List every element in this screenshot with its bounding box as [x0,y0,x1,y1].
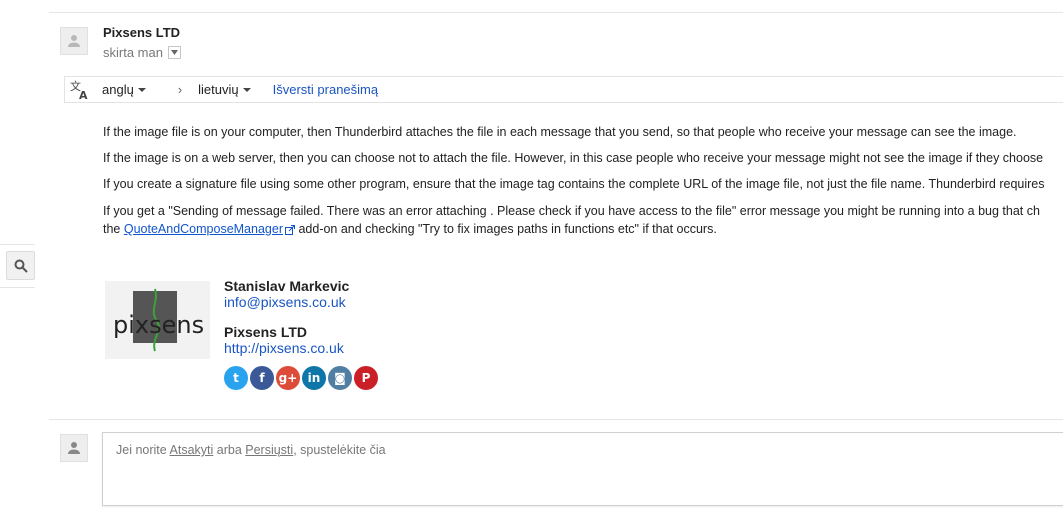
pinterest-icon[interactable]: P [354,366,378,390]
body-paragraph: If the image is on a web server, then yo… [103,151,1044,165]
signature-website-link[interactable]: http://pixsens.co.uk [224,340,344,356]
body-paragraph: If you get a "Sending of message failed.… [103,202,1063,238]
sender-name[interactable]: Pixsens LTD [103,25,180,40]
person-icon [68,35,80,47]
chevron-down-icon [170,50,178,55]
googleplus-icon[interactable]: g+ [276,366,300,390]
chevron-right-icon: › [177,82,183,97]
details-dropdown-button[interactable] [167,46,181,59]
source-language-label: anglų [102,82,134,97]
twitter-icon[interactable]: t [224,366,248,390]
linkedin-icon[interactable]: in [302,366,326,390]
reply-prompt: Jei norite Atsakyti arba Persiųsti, spus… [116,443,386,457]
body-text: add-on and checking "Try to fix images p… [294,222,717,236]
bottom-divider [49,419,1063,420]
body-paragraph: If you create a signature file using som… [103,177,1045,191]
social-icons: t f g+ in ◙ P [224,366,378,390]
instagram-icon[interactable]: ◙ [328,366,352,390]
left-divider [0,244,35,245]
translate-message-link[interactable]: Išversti pranešimą [273,82,378,97]
signature-person: Stanislav Markevic [224,278,350,294]
search-icon [14,259,28,273]
pixsens-logo: pixsens [105,281,210,359]
reply-link[interactable]: Atsakyti [170,443,214,457]
reply-box[interactable]: Jei norite Atsakyti arba Persiųsti, spus… [102,432,1063,506]
reply-prompt-text: Jei norite [116,443,170,457]
body-line: If you get a "Sending of message failed.… [103,204,1040,218]
signature-email-link[interactable]: info@pixsens.co.uk [224,294,346,310]
signature-company: Pixsens LTD [224,324,307,340]
message-body: If the image file is on your computer, t… [103,124,1063,248]
recipient-line: skirta man [103,45,181,60]
translate-bar: 文 A anglų › lietuvių Išversti pranešimą [64,76,1063,103]
search-button[interactable] [6,251,35,280]
facebook-icon[interactable]: f [250,366,274,390]
source-language-select[interactable]: anglų [102,82,146,97]
quoteandcomposemanager-link[interactable]: QuoteAndComposeManager [124,222,283,236]
forward-link[interactable]: Persiųsti [245,443,293,457]
sender-avatar[interactable] [60,27,88,55]
top-divider [49,12,1063,13]
left-divider [0,287,35,288]
body-text: the [103,222,124,236]
body-paragraph: If the image file is on your computer, t… [103,125,1017,139]
svg-text:A: A [79,89,88,100]
reply-prompt-text: arba [213,443,246,457]
my-avatar [60,434,88,462]
svg-text:pixsens: pixsens [113,311,204,339]
caret-down-icon [242,87,251,92]
translate-icon: 文 A [70,80,88,100]
person-icon [68,442,80,454]
target-language-label: lietuvių [198,82,239,97]
target-language-select[interactable]: lietuvių [198,82,251,97]
external-link-icon [284,224,295,235]
caret-down-icon [137,87,146,92]
reply-prompt-text: , spustelėkite čia [293,443,386,457]
recipient-label: skirta man [103,45,163,60]
